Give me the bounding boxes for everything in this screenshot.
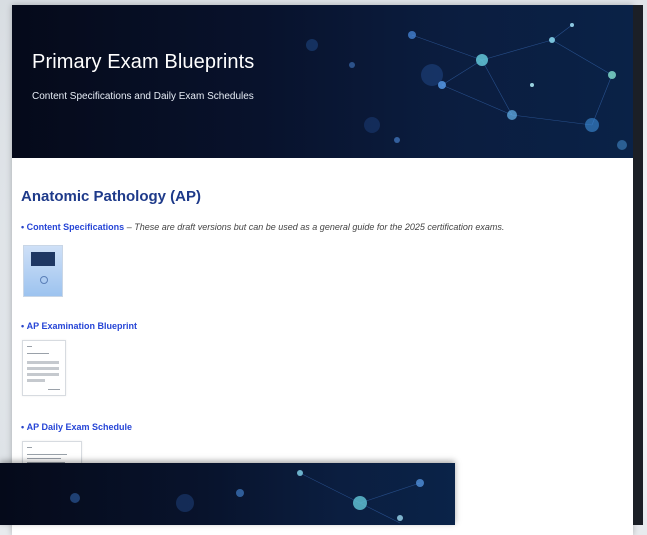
page-subtitle: Content Specifications and Daily Exam Sc… [32,91,254,102]
section-title: Anatomic Pathology (AP) [21,188,202,205]
separator: – [124,222,135,232]
content-specifications-link[interactable]: Content Specifications [27,222,125,232]
overlapping-banner [0,463,455,525]
bullet: • [21,422,25,432]
bullet: • [21,222,25,232]
ap-examination-blueprint-link[interactable]: AP Examination Blueprint [27,321,137,331]
list-item-ap-daily-exam-schedule: • AP Daily Exam Schedule [21,422,132,432]
content-specifications-description: These are draft versions but can be used… [134,222,505,232]
page-document: Primary Exam Blueprints Content Specific… [12,5,633,535]
ap-daily-exam-schedule-link[interactable]: AP Daily Exam Schedule [27,422,132,432]
network-graphic [306,23,627,150]
seal-icon [40,276,48,284]
network-graphic [70,470,424,524]
bullet: • [21,321,25,331]
hero-banner: Primary Exam Blueprints Content Specific… [12,5,633,158]
list-item-content-specifications: • Content Specifications – These are dra… [21,222,504,232]
ap-examination-blueprint-thumbnail[interactable] [22,340,66,396]
list-item-ap-examination-blueprint: • AP Examination Blueprint [21,321,137,331]
document-cover-icon [31,252,55,266]
page-title: Primary Exam Blueprints [32,51,255,73]
window-edge [633,5,643,525]
content-specifications-thumbnail[interactable] [23,245,63,297]
